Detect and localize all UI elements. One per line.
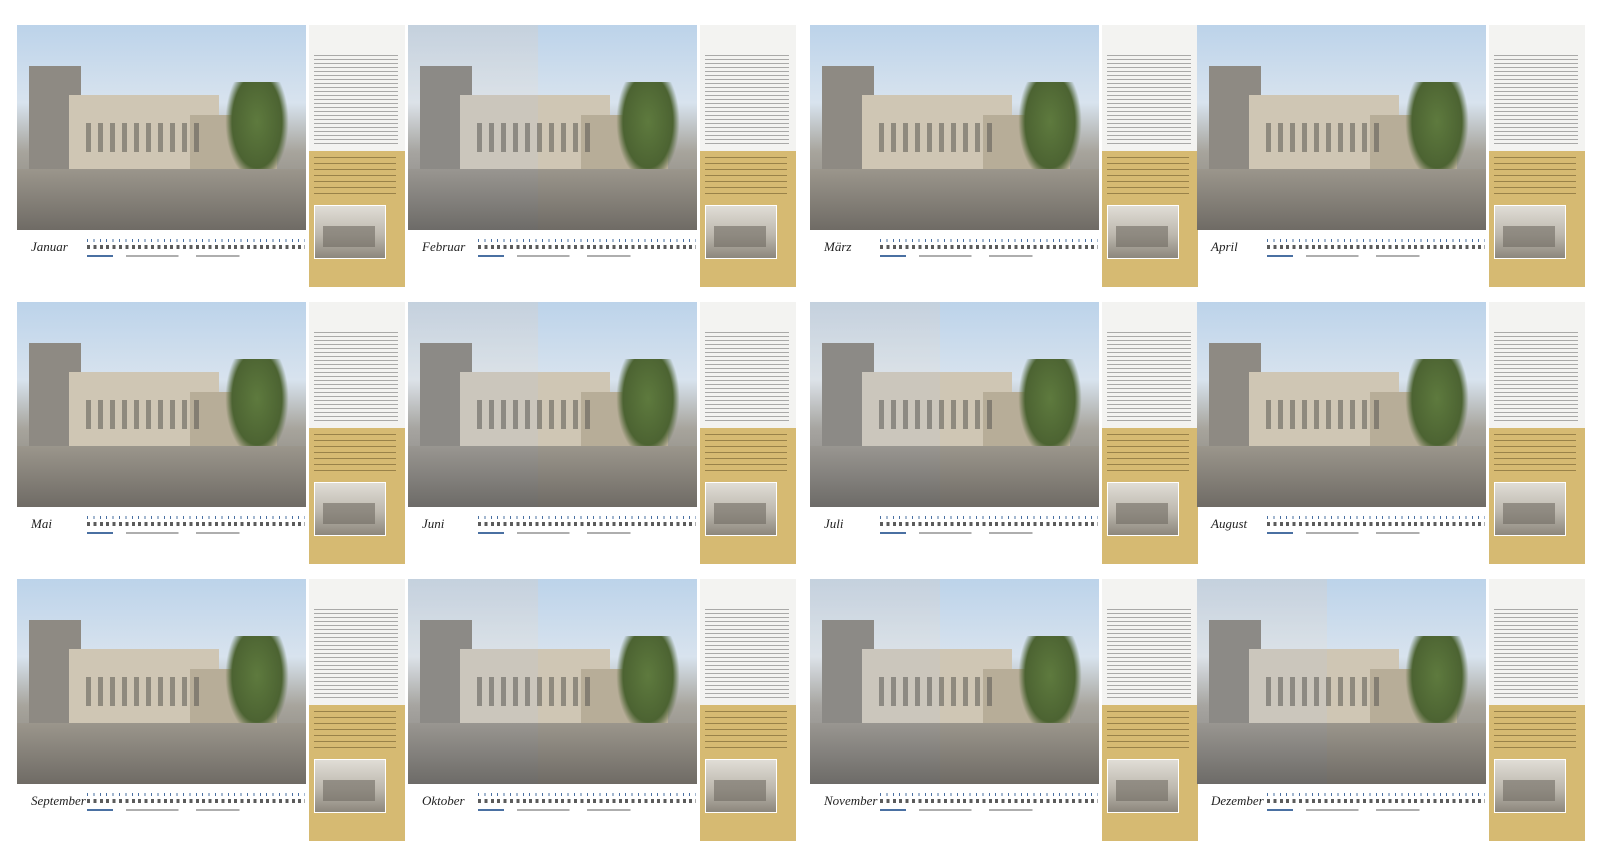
month-name: Juni <box>422 516 445 531</box>
photo-image <box>1197 25 1486 230</box>
calendar-page-november: November <box>810 579 1198 841</box>
gold-panel <box>1102 151 1198 287</box>
gold-panel <box>1102 428 1198 564</box>
gold-panel <box>1489 151 1585 287</box>
calendar-page-januar: Januar <box>17 25 405 287</box>
photo-image <box>17 302 306 507</box>
calendar-page-september: September <box>17 579 405 841</box>
month-name: März <box>824 239 852 254</box>
caption-panel <box>309 25 405 287</box>
caption-panel <box>1489 25 1585 287</box>
gold-panel <box>700 705 796 841</box>
photo-image <box>810 302 1099 507</box>
calendar-page-juli: Juli <box>810 302 1198 564</box>
calendar-page-juni: Juni <box>408 302 796 564</box>
day-strip <box>880 516 1098 536</box>
caption-panel <box>700 25 796 287</box>
historic-photo-thumbnail <box>314 205 386 259</box>
caption-panel <box>700 579 796 841</box>
gold-panel <box>309 151 405 287</box>
photo-image <box>810 25 1099 230</box>
gold-panel <box>1489 705 1585 841</box>
caption-panel <box>700 302 796 564</box>
caption-panel <box>309 579 405 841</box>
historic-photo-thumbnail <box>705 482 777 536</box>
month-name: Januar <box>31 239 68 254</box>
month-name: April <box>1211 239 1238 254</box>
day-strip <box>87 516 305 536</box>
calendar-page-oktober: Oktober <box>408 579 796 841</box>
month-name: Februar <box>422 239 466 254</box>
photo-image <box>408 25 697 230</box>
month-name: Oktober <box>422 793 465 808</box>
gold-panel <box>700 428 796 564</box>
day-strip <box>1267 793 1485 813</box>
day-strip <box>1267 239 1485 259</box>
caption-panel <box>1102 302 1198 564</box>
calendar-page-mai: Mai <box>17 302 405 564</box>
historic-photo-thumbnail <box>314 482 386 536</box>
month-name: Mai <box>31 516 52 531</box>
day-strip <box>478 516 696 536</box>
gold-panel <box>700 151 796 287</box>
day-strip <box>478 239 696 259</box>
day-strip <box>880 239 1098 259</box>
day-strip <box>478 793 696 813</box>
calendar-page-august: August <box>1197 302 1585 564</box>
gold-panel <box>309 705 405 841</box>
calendar-page-april: April <box>1197 25 1585 287</box>
day-strip <box>880 793 1098 813</box>
caption-panel <box>1102 579 1198 841</box>
month-name: Dezember <box>1211 793 1264 808</box>
photo-image <box>17 579 306 784</box>
photo-image <box>810 579 1099 784</box>
gold-panel <box>1489 428 1585 564</box>
day-strip <box>87 793 305 813</box>
calendar-page-maerz: März <box>810 25 1198 287</box>
caption-panel <box>1489 302 1585 564</box>
historic-photo-thumbnail <box>1107 205 1179 259</box>
historic-photo-thumbnail <box>1107 759 1179 813</box>
historic-photo-thumbnail <box>1494 205 1566 259</box>
month-name: Juli <box>824 516 844 531</box>
calendar-page-dezember: Dezember <box>1197 579 1585 841</box>
historic-photo-thumbnail <box>314 759 386 813</box>
month-name: November <box>824 793 878 808</box>
gold-panel <box>309 428 405 564</box>
historic-photo-thumbnail <box>705 759 777 813</box>
historic-photo-thumbnail <box>705 205 777 259</box>
day-strip <box>1267 516 1485 536</box>
photo-image <box>1197 302 1486 507</box>
month-name: August <box>1211 516 1248 531</box>
calendar-overview: Januar Februar März April Mai Juni Juli <box>0 0 1600 849</box>
caption-panel <box>1489 579 1585 841</box>
photo-image <box>408 302 697 507</box>
calendar-page-februar: Februar <box>408 25 796 287</box>
historic-photo-thumbnail <box>1494 482 1566 536</box>
caption-panel <box>309 302 405 564</box>
gold-panel <box>1102 705 1198 841</box>
photo-image <box>1197 579 1486 784</box>
caption-panel <box>1102 25 1198 287</box>
month-name: September <box>31 793 86 808</box>
historic-photo-thumbnail <box>1107 482 1179 536</box>
day-strip <box>87 239 305 259</box>
photo-image <box>408 579 697 784</box>
historic-photo-thumbnail <box>1494 759 1566 813</box>
photo-image <box>17 25 306 230</box>
